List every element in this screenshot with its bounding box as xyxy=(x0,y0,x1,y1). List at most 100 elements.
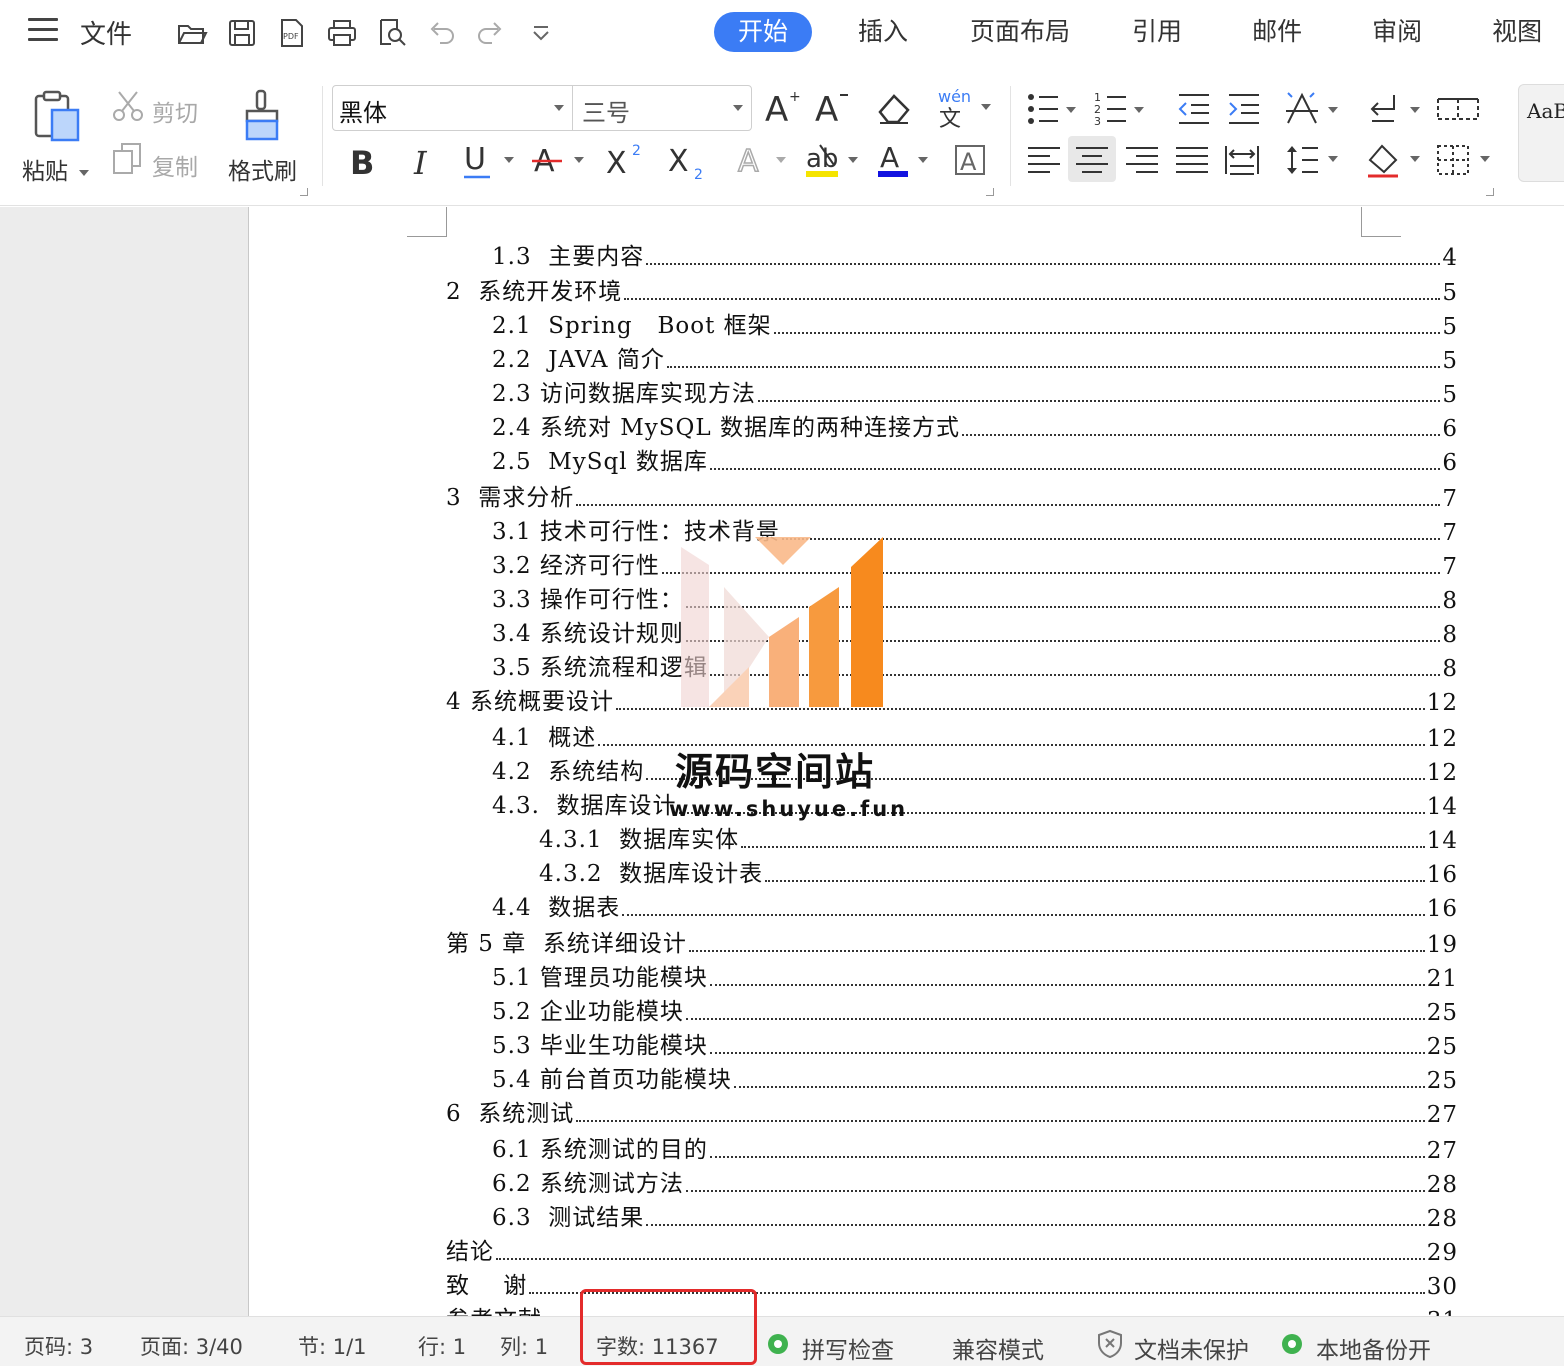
toc-entry[interactable]: 2.5 MySql 数据库 6 xyxy=(492,442,1458,476)
toc-entry[interactable]: 4.4 数据表 16 xyxy=(492,888,1458,922)
toc-entry[interactable]: 4.3. 数据库设计 14 xyxy=(492,786,1458,820)
print-icon[interactable] xyxy=(325,16,359,50)
font-color-icon[interactable]: A xyxy=(876,136,934,184)
toc-entry[interactable]: 结论 29 xyxy=(446,1232,1458,1266)
toc-entry[interactable]: 5.4 前台首页功能模块 25 xyxy=(492,1060,1458,1094)
print-preview-icon[interactable] xyxy=(375,16,409,50)
bold-icon[interactable]: B xyxy=(345,138,381,182)
superscript-icon[interactable]: X2 xyxy=(604,136,648,184)
shading-icon[interactable] xyxy=(1366,140,1426,180)
toc-entry[interactable]: 6.1 系统测试的目的 27 xyxy=(492,1130,1458,1164)
tab-view[interactable]: 视图 xyxy=(1492,12,1542,52)
toc-entry[interactable]: 3.1 技术可行性：技术背景 7 xyxy=(492,512,1458,546)
format-painter-icon[interactable] xyxy=(240,88,284,144)
local-backup-button[interactable]: 本地备份开 xyxy=(1316,1331,1431,1365)
chinese-layout-icon[interactable] xyxy=(1284,88,1344,130)
bullet-list-icon[interactable] xyxy=(1026,88,1080,130)
tab-insert[interactable]: 插入 xyxy=(858,12,908,52)
redo-icon[interactable] xyxy=(473,16,507,50)
text-effect-icon[interactable]: A xyxy=(736,136,792,184)
show-hide-marks-icon[interactable] xyxy=(1366,88,1426,130)
spell-check-button[interactable]: 拼写检查 xyxy=(802,1331,894,1365)
subscript-icon[interactable]: X2 xyxy=(666,136,710,184)
align-left-icon[interactable] xyxy=(1024,140,1064,180)
toc-leader-dots xyxy=(496,1258,1425,1260)
italic-icon[interactable]: I xyxy=(405,138,441,182)
doc-protection-button[interactable]: 文档未保护 xyxy=(1134,1331,1249,1365)
hamburger-menu-icon[interactable] xyxy=(28,18,58,44)
toc-entry[interactable]: 3.2 经济可行性 7 xyxy=(492,546,1458,580)
strikethrough-icon[interactable]: A xyxy=(532,136,588,184)
tab-mailings[interactable]: 邮件 xyxy=(1252,12,1302,52)
toc-entry[interactable]: 3.3 操作可行性： 8 xyxy=(492,580,1458,614)
toc-entry[interactable]: 5.3 毕业生功能模块 25 xyxy=(492,1026,1458,1060)
toc-entry[interactable]: 6.2 系统测试方法 28 xyxy=(492,1164,1458,1198)
status-page-code[interactable]: 页码: 3 xyxy=(24,1331,93,1361)
status-row[interactable]: 行: 1 xyxy=(418,1331,466,1361)
tab-review[interactable]: 审阅 xyxy=(1372,12,1422,52)
toc-entry[interactable]: 4.3.2 数据库设计表 16 xyxy=(539,854,1458,888)
underline-icon[interactable]: U xyxy=(462,136,518,184)
decrease-indent-icon[interactable] xyxy=(1174,88,1214,130)
table-tabs-icon[interactable] xyxy=(1436,88,1480,130)
save-icon[interactable] xyxy=(225,16,259,50)
increase-indent-icon[interactable] xyxy=(1224,88,1264,130)
customize-toolbar-icon[interactable] xyxy=(524,16,558,50)
toc-entry[interactable]: 4.1 概述 12 xyxy=(492,718,1458,752)
toc-entry[interactable]: 6.3 测试结果 28 xyxy=(492,1198,1458,1232)
toc-entry[interactable]: 2.3 访问数据库实现方法 5 xyxy=(492,374,1458,408)
status-section[interactable]: 节: 1/1 xyxy=(298,1331,367,1361)
toc-entry[interactable]: 3.4 系统设计规则 8 xyxy=(492,614,1458,648)
toc-entry[interactable]: 5.1 管理员功能模块 21 xyxy=(492,958,1458,992)
toc-entry[interactable]: 2.2 JAVA 简介 5 xyxy=(492,340,1458,374)
toc-entry[interactable]: 3.5 系统流程和逻辑 8 xyxy=(492,648,1458,682)
tab-home[interactable]: 开始 xyxy=(714,12,813,52)
borders-icon[interactable] xyxy=(1436,140,1496,180)
toc-entry[interactable]: 2.1 Spring Boot 框架 5 xyxy=(492,306,1458,340)
grow-font-icon[interactable]: A + xyxy=(762,86,802,128)
toc-entry[interactable]: 2 系统开发环境 5 xyxy=(446,272,1458,306)
toc-entry[interactable]: 1.3 主要内容 4 xyxy=(492,237,1458,271)
undo-icon[interactable] xyxy=(425,16,459,50)
distribute-icon[interactable] xyxy=(1222,140,1262,180)
line-spacing-icon[interactable] xyxy=(1284,140,1344,180)
justify-icon[interactable] xyxy=(1172,140,1212,180)
font-group-launcher[interactable] xyxy=(986,188,994,196)
paragraph-group-launcher[interactable] xyxy=(1486,188,1494,196)
file-menu[interactable]: 文件 xyxy=(80,14,132,51)
toc-entry[interactable]: 2.4 系统对 MySQL 数据库的两种连接方式 6 xyxy=(492,408,1458,442)
toc-entry[interactable]: 第 5 章 系统详细设计 19 xyxy=(446,924,1458,958)
tab-references[interactable]: 引用 xyxy=(1132,12,1182,52)
align-right-icon[interactable] xyxy=(1122,140,1162,180)
eraser-icon[interactable] xyxy=(874,88,914,128)
status-page-count[interactable]: 页面: 3/40 xyxy=(140,1331,243,1361)
tab-page-layout[interactable]: 页面布局 xyxy=(970,12,1070,52)
highlight-icon[interactable]: ab xyxy=(804,136,862,184)
toc-entry[interactable]: 3 需求分析 7 xyxy=(446,478,1458,512)
cut-button[interactable]: 剪切 xyxy=(152,94,198,128)
format-painter-button[interactable]: 格式刷 xyxy=(228,152,297,186)
paste-icon[interactable] xyxy=(30,88,82,144)
char-border-icon[interactable]: A xyxy=(952,138,990,182)
toc-entry[interactable]: 4.2 系统结构 12 xyxy=(492,752,1458,786)
toc-entry[interactable]: 4 系统概要设计 12 xyxy=(446,682,1458,716)
copy-button[interactable]: 复制 xyxy=(152,148,198,182)
open-folder-icon[interactable] xyxy=(175,16,209,50)
toc-entry[interactable]: 5.2 企业功能模块 25 xyxy=(492,992,1458,1026)
copy-icon[interactable] xyxy=(110,140,146,176)
scissors-icon[interactable] xyxy=(110,88,146,124)
document-page[interactable]: 1.3 主要内容 4 2 系统开发环境 5 2.1 Spring Boot 框架 5 2.2… xyxy=(248,207,1564,1316)
status-column[interactable]: 列: 1 xyxy=(500,1331,548,1361)
toc-entry[interactable]: 6 系统测试 27 xyxy=(446,1094,1458,1128)
align-center-icon[interactable] xyxy=(1072,140,1112,180)
paste-button[interactable]: 粘贴 xyxy=(22,152,90,186)
clipboard-group-launcher[interactable] xyxy=(300,188,308,196)
shrink-font-icon[interactable]: A xyxy=(812,86,852,128)
font-name-dropdown[interactable]: 黑体 xyxy=(333,86,573,130)
numbered-list-icon[interactable]: 123 xyxy=(1094,88,1148,130)
phonetic-guide-icon[interactable]: wén 文 xyxy=(934,86,996,130)
style-gallery[interactable]: AaB xyxy=(1518,84,1564,182)
font-size-dropdown[interactable]: 三号 xyxy=(574,86,751,130)
toc-leader-dots xyxy=(709,984,1425,986)
export-pdf-icon[interactable]: PDF xyxy=(275,16,309,50)
